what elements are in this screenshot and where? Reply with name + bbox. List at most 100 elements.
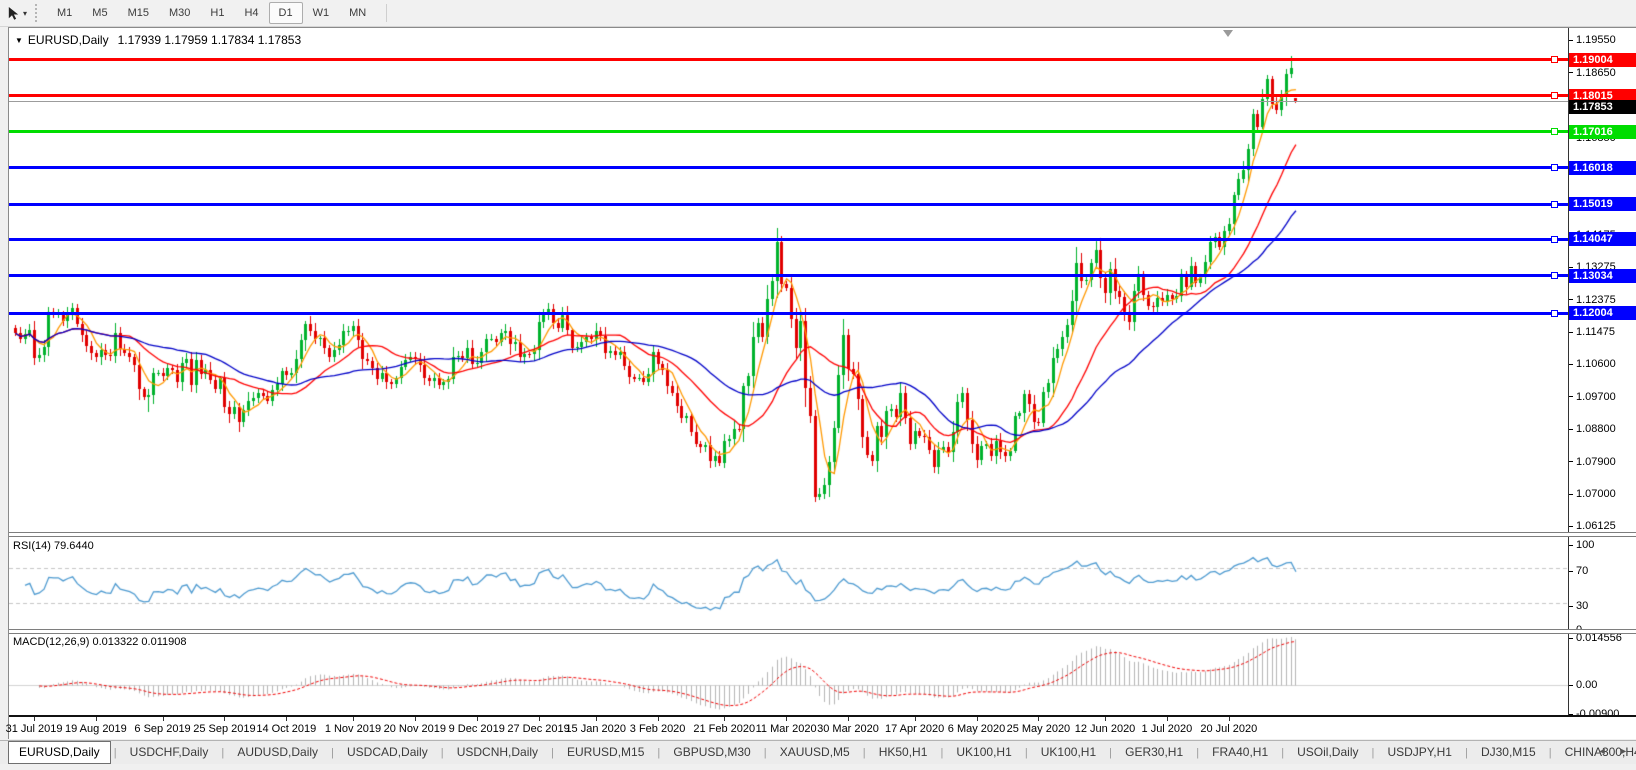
y-axis-tick: 1.06125 — [1569, 519, 1636, 533]
line-drag-handle[interactable] — [1551, 164, 1558, 171]
chart-tab-fra40-h1[interactable]: FRA40,H1 — [1202, 742, 1278, 763]
horizontal-level-line-1.17016[interactable] — [9, 130, 1568, 133]
chart-tab-usdjpy-h1[interactable]: USDJPY,H1 — [1377, 742, 1461, 763]
timeframe-button-d1[interactable]: D1 — [269, 2, 303, 24]
chart-tab-xauusd-m5[interactable]: XAUUSD,M5 — [770, 742, 860, 763]
chart-tab-eurusd-daily[interactable]: EURUSD,Daily — [8, 741, 111, 764]
line-drag-handle[interactable] — [1551, 272, 1558, 279]
cursor-tool-icon[interactable] — [4, 4, 22, 22]
chart-tab-ger30-h1[interactable]: GER30,H1 — [1115, 742, 1193, 763]
chart-tab-audusd-daily[interactable]: AUDUSD,Daily — [227, 742, 328, 763]
date-tick — [977, 717, 978, 721]
panel-separator[interactable] — [9, 532, 1636, 537]
tab-separator: | — [1278, 747, 1287, 759]
y-axis-tick: 1.19550 — [1569, 33, 1636, 47]
cursor-tool-dropdown-icon[interactable]: ▾ — [23, 9, 27, 18]
tab-separator: | — [1106, 747, 1115, 759]
horizontal-level-line-1.14047[interactable] — [9, 238, 1568, 241]
y-axis-tick: 1.18650 — [1569, 66, 1636, 80]
chart-ohlc-values: 1.17939 1.17959 1.17834 1.17853 — [118, 33, 302, 47]
y-axis-tick: 1.10600 — [1569, 357, 1636, 371]
timeframe-button-h4[interactable]: H4 — [234, 2, 268, 24]
horizontal-level-line-1.13034[interactable] — [9, 274, 1568, 277]
date-tick — [286, 717, 287, 721]
collapse-triangle-icon[interactable]: ▼ — [15, 36, 23, 45]
price-level-label-1.12004: 1.12004 — [1569, 306, 1636, 320]
chart-tab-bar: EURUSD,Daily | USDCHF,Daily | AUDUSD,Dai… — [0, 740, 1636, 764]
price-level-label-1.16018: 1.16018 — [1569, 161, 1636, 175]
macd-canvas[interactable] — [9, 634, 1568, 715]
chart-title: ▼EURUSD,Daily1.17939 1.17959 1.17834 1.1… — [15, 33, 301, 47]
timeframe-button-mn[interactable]: MN — [339, 2, 376, 24]
chart-tab-usoil-daily[interactable]: USOil,Daily — [1287, 742, 1368, 763]
date-tick — [1038, 717, 1039, 721]
macd-axis-tick: 0.00 — [1569, 678, 1636, 692]
rsi-canvas[interactable] — [9, 538, 1568, 629]
line-drag-handle[interactable] — [1551, 56, 1558, 63]
macd-axis-tick: -0.00900 — [1569, 707, 1636, 721]
horizontal-level-line-1.19004[interactable] — [9, 58, 1568, 61]
toolbar: ▾ M1M5M15M30H1H4D1W1MN — [0, 0, 1636, 27]
y-axis-tick: 1.12375 — [1569, 293, 1636, 307]
tabs-scroll-right-icon[interactable]: ► — [1619, 746, 1628, 756]
timeframe-button-w1[interactable]: W1 — [303, 2, 340, 24]
date-tick — [477, 717, 478, 721]
plot-bottom-border — [9, 715, 1636, 717]
y-axis-tick: 1.08800 — [1569, 422, 1636, 436]
line-drag-handle[interactable] — [1551, 236, 1558, 243]
tab-separator: | — [1546, 747, 1555, 759]
timeframe-button-m1[interactable]: M1 — [47, 2, 82, 24]
date-tick — [353, 717, 354, 721]
tab-separator: | — [218, 747, 227, 759]
tab-separator: | — [654, 747, 663, 759]
date-tick — [786, 717, 787, 721]
timeframe-button-group: M1M5M15M30H1H4D1W1MN — [47, 2, 376, 24]
chart-tab-gbpusd-m30[interactable]: GBPUSD,M30 — [663, 742, 760, 763]
tab-separator: | — [548, 747, 557, 759]
line-drag-handle[interactable] — [1551, 128, 1558, 135]
date-tick — [96, 717, 97, 721]
chart-tab-eurusd-m15[interactable]: EURUSD,M15 — [557, 742, 654, 763]
price-level-label-1.19004: 1.19004 — [1569, 53, 1636, 67]
tabs-scroll-left-icon[interactable]: ◄ — [1598, 746, 1607, 756]
horizontal-level-line-1.16018[interactable] — [9, 166, 1568, 169]
date-tick — [539, 717, 540, 721]
date-tick — [163, 717, 164, 721]
tab-separator: | — [1462, 747, 1471, 759]
y-axis-tick: 1.09700 — [1569, 390, 1636, 404]
timeframe-button-h1[interactable]: H1 — [200, 2, 234, 24]
tab-separator: | — [111, 747, 120, 759]
panel-separator[interactable] — [9, 629, 1636, 634]
chart-tab-usdcnh-daily[interactable]: USDCNH,Daily — [447, 742, 548, 763]
line-drag-handle[interactable] — [1551, 310, 1558, 317]
line-drag-handle[interactable] — [1551, 92, 1558, 99]
horizontal-level-line-1.18015[interactable] — [9, 94, 1568, 97]
horizontal-level-line-1.12004[interactable] — [9, 312, 1568, 315]
chart-window: ▼EURUSD,Daily1.17939 1.17959 1.17834 1.1… — [8, 27, 1636, 739]
date-tick — [415, 717, 416, 721]
date-tick — [1105, 717, 1106, 721]
chart-tab-usdcad-daily[interactable]: USDCAD,Daily — [337, 742, 438, 763]
line-drag-handle[interactable] — [1551, 201, 1558, 208]
chart-tab-hk50-h1[interactable]: HK50,H1 — [869, 742, 938, 763]
tab-separator: | — [1368, 747, 1377, 759]
timeframe-button-m15[interactable]: M15 — [118, 2, 159, 24]
chart-tab-usdchf-daily[interactable]: USDCHF,Daily — [120, 742, 219, 763]
current-price-label: 1.17853 — [1569, 100, 1636, 114]
rsi-axis-tick: 30 — [1569, 599, 1636, 613]
tab-separator: | — [1022, 747, 1031, 759]
timeframe-button-m5[interactable]: M5 — [82, 2, 117, 24]
tab-separator: | — [438, 747, 447, 759]
date-tick — [34, 717, 35, 721]
chart-tab-uk100-h1[interactable]: UK100,H1 — [946, 742, 1021, 763]
price-axis-border — [1568, 28, 1569, 715]
timeframe-button-m30[interactable]: M30 — [159, 2, 200, 24]
price-chart-canvas[interactable] — [9, 29, 1568, 532]
chart-tab-dj30-m15[interactable]: DJ30,M15 — [1471, 742, 1546, 763]
horizontal-level-line-1.15019[interactable] — [9, 203, 1568, 206]
date-axis[interactable]: 31 Jul 201919 Aug 20196 Sep 201925 Sep 2… — [9, 717, 1636, 739]
date-tick — [724, 717, 725, 721]
chart-shift-marker-icon[interactable] — [1223, 30, 1233, 37]
chart-tab-uk100-h1[interactable]: UK100,H1 — [1031, 742, 1106, 763]
mt4-app: ▾ M1M5M15M30H1H4D1W1MN ▼EURUSD,Daily1.17… — [0, 0, 1636, 770]
